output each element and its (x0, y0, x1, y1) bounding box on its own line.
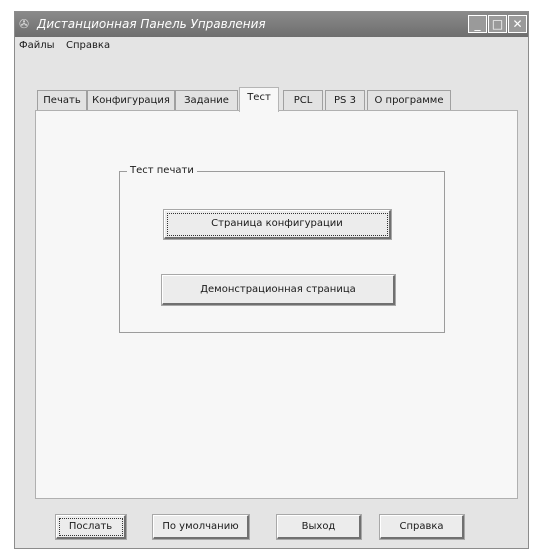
tab-test[interactable]: Тест (239, 87, 279, 112)
minimize-button[interactable]: _ (468, 15, 487, 33)
tab-panel-test: Тест печати Страница конфигурации Демонс… (35, 110, 518, 499)
window-title: Дистанционная Панель Управления (37, 17, 266, 31)
menu-bar: Файлы Справка (19, 37, 118, 55)
app-window: ✇ Дистанционная Панель Управления _ □ ✕ … (14, 11, 529, 549)
help-button[interactable]: Справка (380, 515, 464, 539)
close-button[interactable]: ✕ (508, 15, 527, 33)
group-label: Тест печати (127, 165, 197, 177)
menu-files[interactable]: Файлы (19, 37, 55, 55)
send-button[interactable]: Послать (56, 515, 126, 539)
exit-button[interactable]: Выход (277, 515, 361, 539)
default-button[interactable]: По умолчанию (153, 515, 249, 539)
config-page-button[interactable]: Страница конфигурации (164, 210, 391, 239)
tab-about[interactable]: О программе (367, 90, 451, 111)
tab-configuration[interactable]: Конфигурация (87, 90, 175, 111)
title-bar[interactable]: ✇ Дистанционная Панель Управления _ □ ✕ (15, 12, 528, 37)
tab-ps3[interactable]: PS 3 (325, 90, 365, 111)
printer-icon: ✇ (19, 17, 30, 31)
tab-pcl[interactable]: PCL (283, 90, 323, 111)
tab-print[interactable]: Печать (37, 90, 87, 111)
print-test-group: Тест печати Страница конфигурации Демонс… (119, 165, 445, 333)
demo-page-button[interactable]: Демонстрационная страница (162, 275, 395, 305)
menu-help[interactable]: Справка (66, 37, 110, 55)
tab-job[interactable]: Задание (175, 90, 238, 111)
maximize-button[interactable]: □ (488, 15, 507, 33)
